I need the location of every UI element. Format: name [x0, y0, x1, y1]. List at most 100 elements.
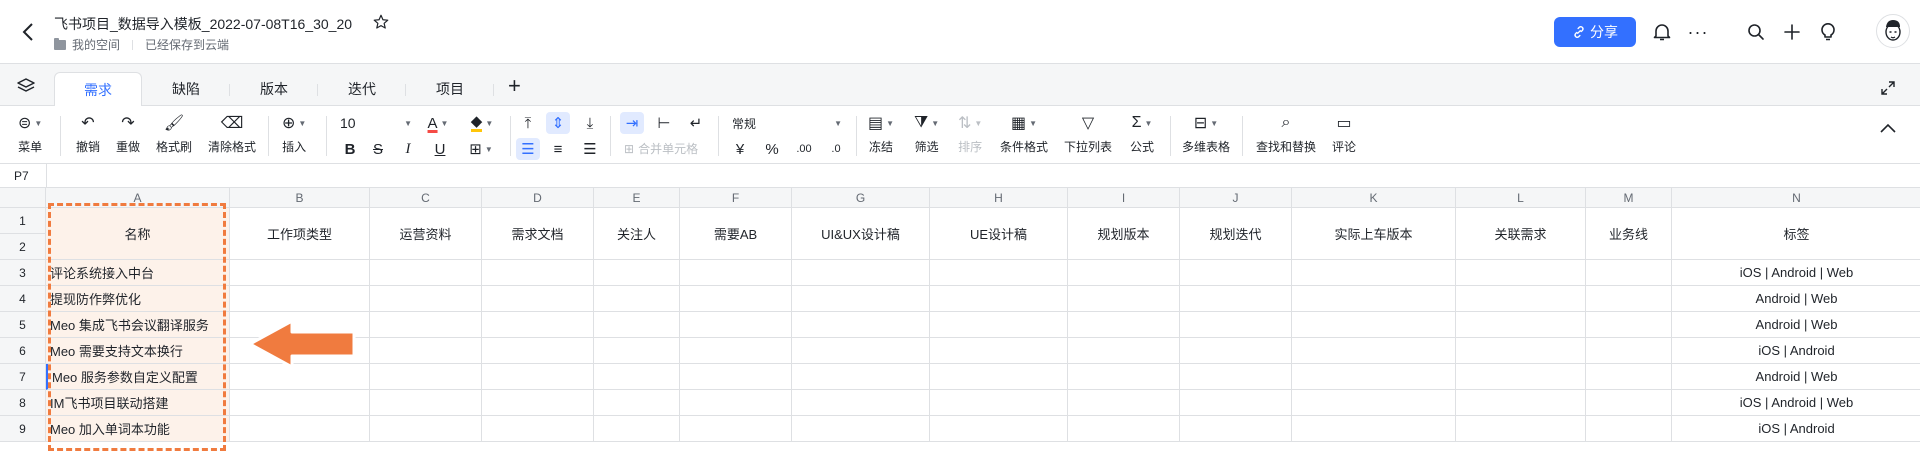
search-button[interactable] — [1744, 20, 1768, 44]
tab-iterations[interactable]: 迭代 — [318, 72, 406, 106]
header-cell[interactable]: 标签 — [1672, 208, 1920, 260]
wrap-overflow-button[interactable]: ⇥ — [620, 112, 644, 134]
column-header[interactable]: I — [1068, 188, 1180, 208]
table-cell[interactable] — [482, 338, 594, 364]
borders-button[interactable]: ⊞ ▼ — [464, 138, 498, 160]
header-cell[interactable]: UI&UX设计稿 — [792, 208, 930, 260]
star-icon[interactable] — [372, 13, 390, 31]
table-cell[interactable] — [930, 390, 1068, 416]
dropdown-list-button[interactable]: ▽ 下拉列表 — [1064, 112, 1112, 155]
help-button[interactable] — [1816, 20, 1840, 44]
name-cell[interactable]: 提现防作弊优化 — [46, 286, 230, 312]
underline-button[interactable]: U — [428, 138, 452, 160]
table-cell[interactable] — [1292, 338, 1456, 364]
column-header[interactable]: H — [930, 188, 1068, 208]
align-right-button[interactable]: ☰ — [578, 138, 602, 160]
comment-button[interactable]: ▭ 评论 — [1332, 112, 1356, 155]
table-cell[interactable] — [1180, 312, 1292, 338]
table-cell[interactable] — [1292, 390, 1456, 416]
table-cell[interactable] — [792, 312, 930, 338]
table-cell[interactable] — [594, 390, 680, 416]
table-cell[interactable] — [792, 286, 930, 312]
table-cell[interactable] — [1586, 338, 1672, 364]
row-header[interactable]: 5 — [0, 312, 46, 338]
align-bottom-button[interactable]: ⤓ — [578, 112, 602, 134]
name-cell[interactable]: Meo 服务参数自定义配置 — [46, 364, 230, 390]
column-header[interactable]: D — [482, 188, 594, 208]
table-cell[interactable] — [930, 286, 1068, 312]
table-cell[interactable] — [482, 286, 594, 312]
table-cell[interactable] — [370, 286, 482, 312]
tab-projects[interactable]: 项目 — [406, 72, 494, 106]
header-cell[interactable]: 需要AB — [680, 208, 792, 260]
select-all-corner[interactable] — [0, 188, 46, 208]
table-cell[interactable] — [1292, 286, 1456, 312]
header-cell[interactable]: 关注人 — [594, 208, 680, 260]
header-cell[interactable]: 实际上车版本 — [1292, 208, 1456, 260]
column-header[interactable]: G — [792, 188, 930, 208]
column-header[interactable]: A — [46, 188, 230, 208]
column-header[interactable]: M — [1586, 188, 1672, 208]
header-cell[interactable]: 名称 — [46, 208, 230, 260]
align-middle-button[interactable]: ⇕ — [546, 112, 570, 134]
table-cell[interactable] — [680, 416, 792, 442]
column-header[interactable]: E — [594, 188, 680, 208]
tag-cell[interactable]: Android | Web — [1672, 364, 1920, 390]
table-cell[interactable] — [482, 260, 594, 286]
format-painter-button[interactable]: 🖌 格式刷 — [156, 112, 192, 155]
table-cell[interactable] — [930, 260, 1068, 286]
table-cell[interactable] — [792, 390, 930, 416]
table-cell[interactable] — [1456, 338, 1586, 364]
tab-versions[interactable]: 版本 — [230, 72, 318, 106]
column-header[interactable]: N — [1672, 188, 1920, 208]
percent-button[interactable]: % — [760, 138, 784, 160]
row-header[interactable]: 1 — [0, 208, 46, 234]
table-cell[interactable] — [1068, 390, 1180, 416]
header-cell[interactable]: 业务线 — [1586, 208, 1672, 260]
table-cell[interactable] — [370, 338, 482, 364]
table-cell[interactable] — [370, 416, 482, 442]
location-link[interactable]: 我的空间 — [72, 36, 120, 53]
table-cell[interactable] — [1180, 390, 1292, 416]
name-cell[interactable]: Meo 需要支持文本换行 — [46, 338, 230, 364]
table-cell[interactable] — [1068, 286, 1180, 312]
column-header[interactable]: K — [1292, 188, 1456, 208]
add-sheet-button[interactable]: + — [508, 75, 521, 97]
table-cell[interactable] — [1456, 416, 1586, 442]
undo-button[interactable]: ↶ 撤销 — [76, 112, 100, 155]
table-cell[interactable] — [680, 260, 792, 286]
user-avatar[interactable] — [1876, 14, 1910, 48]
row-header[interactable]: 3 — [0, 260, 46, 286]
table-cell[interactable] — [680, 312, 792, 338]
table-cell[interactable] — [594, 312, 680, 338]
tab-requirements[interactable]: 需求 — [54, 72, 142, 107]
tag-cell[interactable]: iOS | Android | Web — [1672, 260, 1920, 286]
table-cell[interactable] — [1068, 312, 1180, 338]
table-cell[interactable] — [594, 260, 680, 286]
column-header[interactable]: B — [230, 188, 370, 208]
row-header[interactable]: 4 — [0, 286, 46, 312]
table-cell[interactable] — [680, 364, 792, 390]
table-cell[interactable] — [1180, 416, 1292, 442]
find-replace-button[interactable]: ⌕ 查找和替换 — [1256, 112, 1316, 155]
table-cell[interactable] — [1586, 364, 1672, 390]
table-cell[interactable] — [680, 338, 792, 364]
table-cell[interactable] — [1586, 416, 1672, 442]
table-cell[interactable] — [1068, 416, 1180, 442]
table-cell[interactable] — [792, 416, 930, 442]
column-header[interactable]: C — [370, 188, 482, 208]
more-button[interactable]: ··· — [1686, 20, 1710, 44]
row-header[interactable]: 9 — [0, 416, 46, 442]
fullscreen-icon[interactable] — [1880, 80, 1896, 96]
filter-button[interactable]: ⧩ ▼ 筛选 — [914, 112, 939, 155]
sort-button[interactable]: ⇅ ▼ 排序 — [958, 112, 982, 155]
table-cell[interactable] — [482, 364, 594, 390]
table-cell[interactable] — [1292, 312, 1456, 338]
table-cell[interactable] — [370, 390, 482, 416]
italic-button[interactable]: I — [396, 138, 420, 160]
table-cell[interactable] — [1180, 364, 1292, 390]
row-header[interactable]: 7 — [0, 364, 46, 390]
table-cell[interactable] — [594, 416, 680, 442]
table-cell[interactable] — [1292, 416, 1456, 442]
table-cell[interactable] — [1068, 364, 1180, 390]
